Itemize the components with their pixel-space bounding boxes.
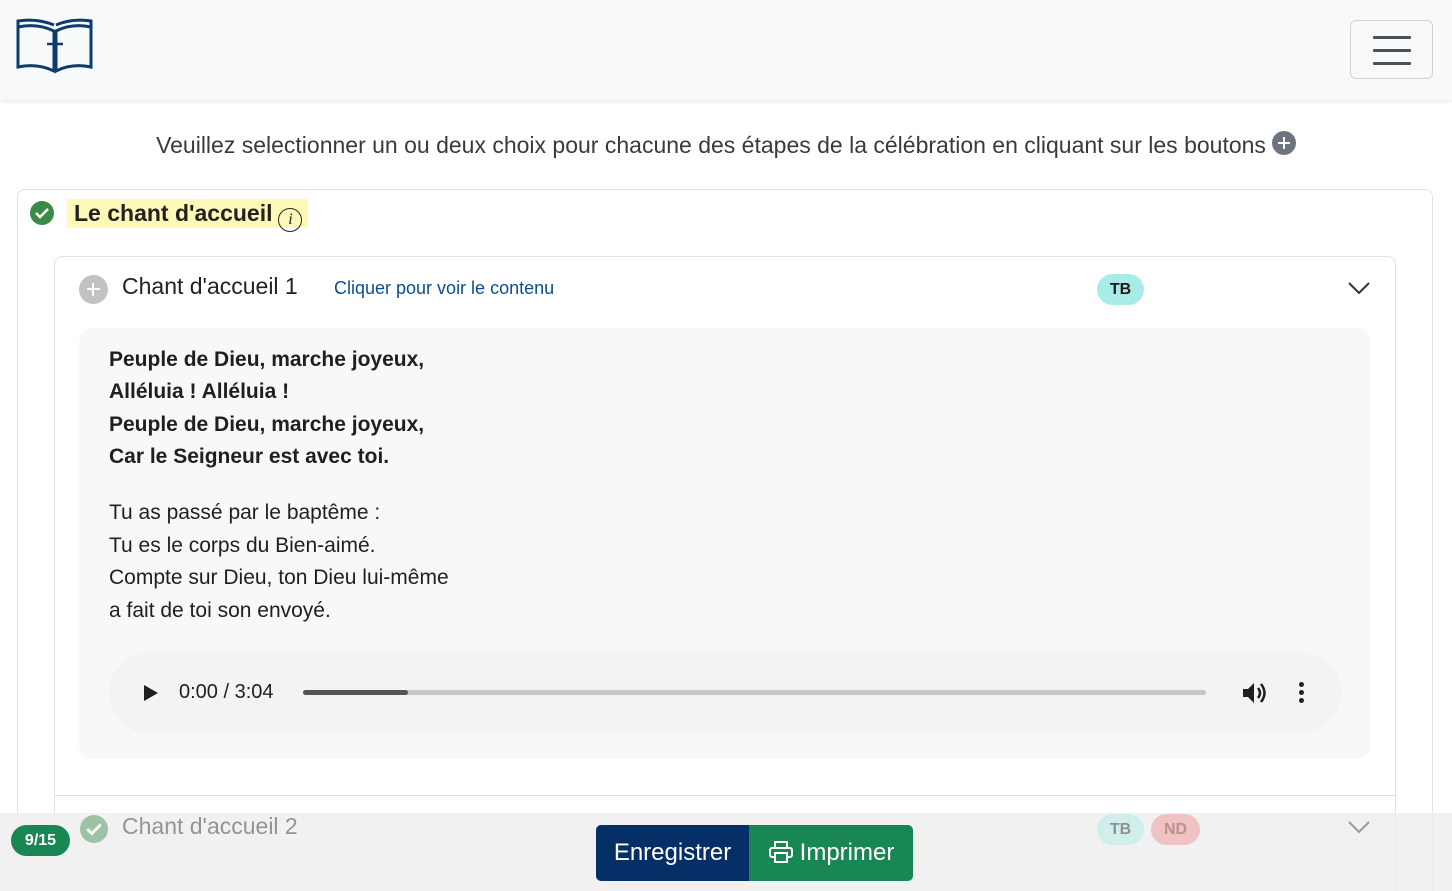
add-choice-button[interactable] — [79, 275, 108, 304]
chevron-down-icon[interactable] — [1347, 819, 1371, 835]
verse-line: Tu es le corps du Bien-aimé. — [109, 534, 376, 557]
chevron-down-icon[interactable] — [1347, 280, 1371, 296]
instruction-text: Veuillez selectionner un ou deux choix p… — [0, 131, 1452, 159]
plus-circle-icon — [1271, 131, 1296, 155]
check-circle-icon — [80, 815, 108, 843]
printer-icon — [768, 841, 793, 863]
save-button[interactable]: Enregistrer — [596, 825, 749, 881]
volume-icon[interactable] — [1241, 680, 1268, 706]
section-title: Le chant d'accueil i — [67, 199, 309, 232]
hamburger-menu-icon — [1373, 36, 1411, 39]
view-content-link[interactable]: Cliquer pour voir le contenu — [334, 278, 554, 299]
accordion-divider — [55, 795, 1395, 796]
refrain-line: Peuple de Dieu, marche joyeux, — [109, 413, 425, 436]
bible-cross-icon[interactable] — [15, 17, 95, 75]
navbar — [0, 0, 1452, 100]
audio-time: 0:00 / 3:04 — [179, 681, 274, 703]
verse-line: a fait de toi son envoyé. — [109, 599, 331, 622]
hamburger-menu-button[interactable] — [1350, 20, 1433, 79]
progress-counter-badge: 9/15 — [11, 825, 70, 856]
verse-line: Compte sur Dieu, ton Dieu lui-même — [109, 566, 449, 589]
accordion-item-title[interactable]: Chant d'accueil 2 — [122, 813, 298, 840]
accordion-item-title[interactable]: Chant d'accueil 1 — [122, 273, 298, 300]
audio-progress-fill — [303, 690, 408, 695]
print-button[interactable]: Imprimer — [749, 825, 913, 881]
badge-tb: TB — [1097, 814, 1144, 845]
verse-line: Tu as passé par le baptême : — [109, 501, 381, 524]
refrain-line: Alléluia ! Alléluia ! — [109, 380, 290, 403]
refrain-line: Peuple de Dieu, marche joyeux, — [109, 348, 425, 371]
badge-tb: TB — [1097, 274, 1144, 305]
badge-nd: ND — [1151, 814, 1200, 845]
check-circle-icon — [30, 201, 54, 225]
audio-progress-slider[interactable] — [303, 690, 1206, 695]
refrain-line: Car le Seigneur est avec toi. — [109, 445, 390, 468]
more-options-icon[interactable] — [1294, 681, 1310, 705]
play-icon[interactable] — [142, 683, 160, 703]
